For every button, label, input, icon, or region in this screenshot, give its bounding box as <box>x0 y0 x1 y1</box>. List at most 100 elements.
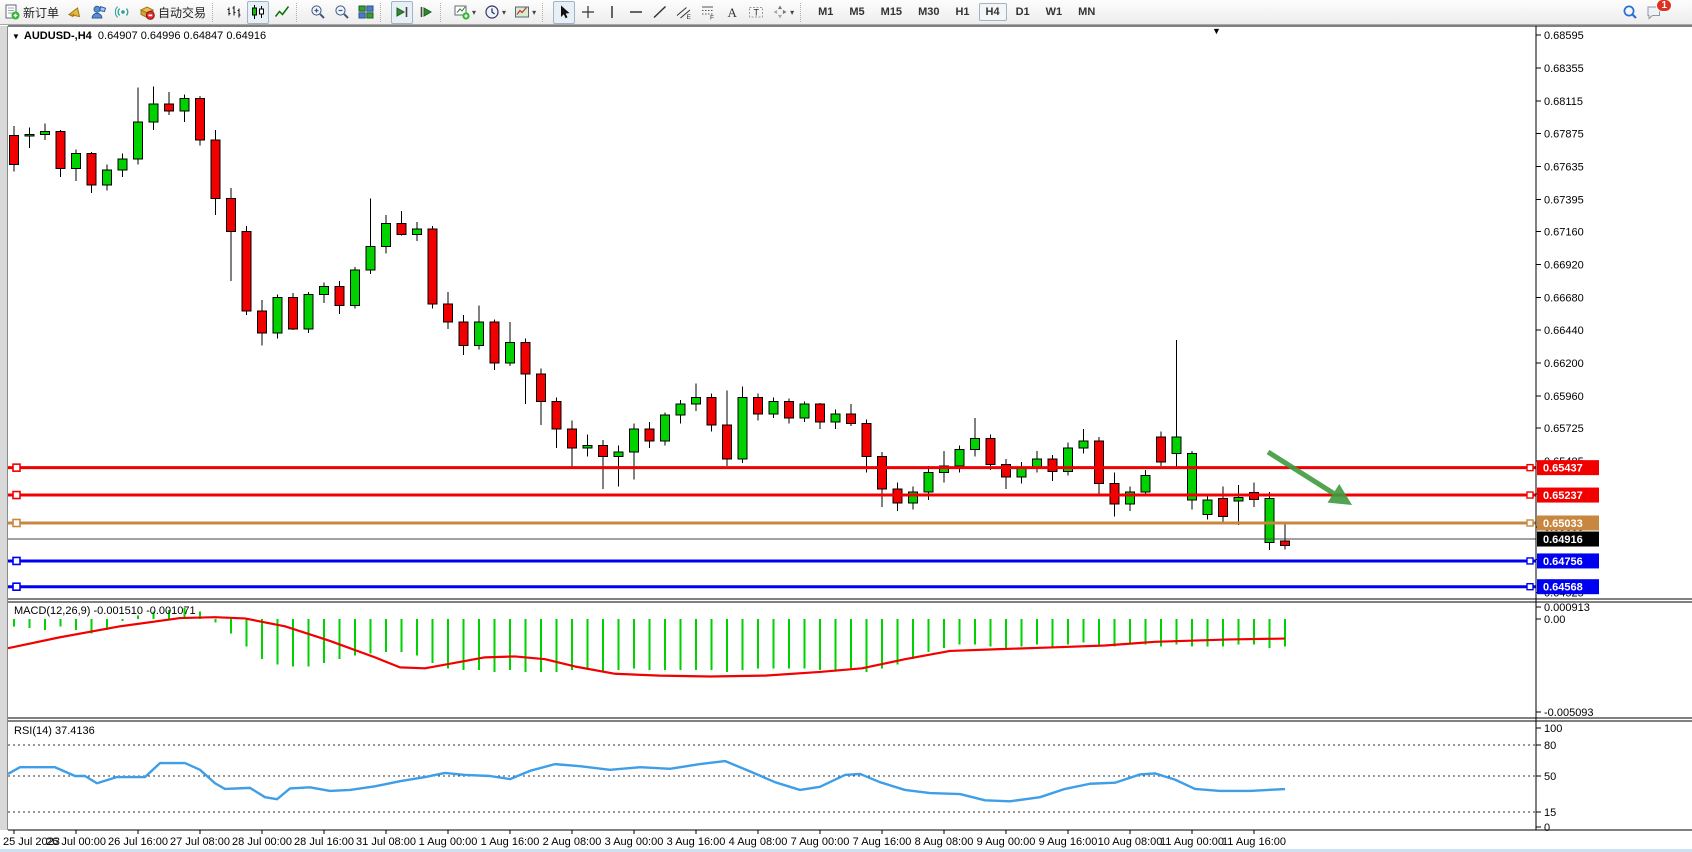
timeframe-h4-button[interactable]: H4 <box>979 3 1007 21</box>
dropdown-caret-icon[interactable]: ▾ <box>472 8 476 17</box>
fibonacci-button[interactable]: F <box>697 1 719 24</box>
candle <box>25 134 34 136</box>
trendline-icon <box>652 4 668 20</box>
line-handle[interactable] <box>13 557 20 564</box>
line-handle[interactable] <box>13 583 20 590</box>
trendline-button[interactable] <box>649 1 671 24</box>
time-tick-label: 3 Aug 16:00 <box>667 836 726 848</box>
line-handle[interactable] <box>13 464 20 471</box>
candle <box>568 429 577 448</box>
candle <box>351 270 360 306</box>
time-tick-label: 1 Aug 16:00 <box>481 836 540 848</box>
dropdown-caret-icon[interactable]: ▾ <box>502 8 506 17</box>
time-tick-label: 26 Jul 00:00 <box>46 836 106 848</box>
equidistant-channel-button[interactable]: E <box>673 1 695 24</box>
text-icon: A <box>724 4 740 20</box>
candlestick-chart-button[interactable] <box>247 1 269 24</box>
text-button[interactable]: A <box>721 1 743 24</box>
toolbar-group-drawing: EFAT ▾ <box>552 0 798 25</box>
shapes-icon <box>772 4 788 20</box>
crosshair-button[interactable] <box>577 1 599 24</box>
tile-windows-button[interactable] <box>355 1 377 24</box>
timeframe-d1-button[interactable]: D1 <box>1009 3 1037 21</box>
svg-text:0.65033: 0.65033 <box>1543 518 1583 530</box>
dropdown-caret-icon[interactable]: ▾ <box>532 8 536 17</box>
svg-text:50: 50 <box>1544 771 1556 783</box>
auto-scroll-button[interactable] <box>391 1 413 24</box>
timeframe-w1-button[interactable]: W1 <box>1039 3 1070 21</box>
time-tick-label: 4 Aug 08:00 <box>729 836 788 848</box>
line-handle[interactable] <box>13 492 20 499</box>
macd-indicator-label: MACD(12,26,9) -0.001510 -0.001071 <box>14 605 196 617</box>
candle <box>614 452 623 456</box>
templates-button[interactable]: ▾ <box>511 1 539 24</box>
zoom-in-icon <box>310 4 326 20</box>
candle <box>754 397 763 413</box>
zoom-in-button[interactable] <box>307 1 329 24</box>
price-tick-label: 0.67635 <box>1544 162 1584 174</box>
candles-chart-icon <box>250 4 266 20</box>
profiles-button[interactable] <box>88 1 110 24</box>
toolbar-group-trade: 新订单 自动交易 <box>0 0 210 25</box>
toolbar-separator <box>542 3 550 22</box>
candle <box>428 229 437 304</box>
candle <box>723 425 732 459</box>
svg-text:0.64568: 0.64568 <box>1543 582 1583 594</box>
candle <box>242 232 251 311</box>
new-chart-button[interactable]: ▾ <box>451 1 479 24</box>
candle <box>273 297 282 333</box>
chart-shift-button[interactable] <box>415 1 437 24</box>
periods-button[interactable]: ▾ <box>481 1 509 24</box>
candle <box>1048 459 1057 471</box>
svg-text:-0.005093: -0.005093 <box>1544 707 1594 719</box>
dropdown-caret-icon[interactable]: ▾ <box>790 8 794 17</box>
cursor-button[interactable] <box>553 1 575 24</box>
tile-windows-icon <box>358 4 374 20</box>
time-tick-label: 7 Aug 16:00 <box>853 836 912 848</box>
search-icon-button[interactable] <box>1619 1 1641 24</box>
price-tick-label: 0.68115 <box>1544 96 1583 108</box>
notifications-button[interactable]: 1 <box>1643 1 1681 24</box>
candle <box>1265 499 1274 543</box>
text-label-button[interactable]: T <box>745 1 767 24</box>
new-order-button[interactable]: 新订单 <box>1 1 62 24</box>
svg-text:0.64756: 0.64756 <box>1543 556 1583 568</box>
signals-button[interactable] <box>112 1 134 24</box>
chart-marker-icon[interactable]: ▼ <box>1212 26 1221 36</box>
toolbar-separator <box>212 3 220 22</box>
candle <box>444 304 453 322</box>
arrows-button[interactable]: ▾ <box>769 1 797 24</box>
vertical-line-button[interactable] <box>601 1 623 24</box>
profile-icon <box>91 4 107 20</box>
timeframe-m15-button[interactable]: M15 <box>874 3 909 21</box>
chart-canvas[interactable]: 0.685950.683550.681150.678750.676350.673… <box>0 25 1692 852</box>
candle <box>41 132 50 135</box>
line-handle[interactable] <box>13 519 20 526</box>
toolbar-group-zoom <box>306 0 378 25</box>
timeframe-m1-button[interactable]: M1 <box>811 3 840 21</box>
auto-trading-button[interactable]: 自动交易 <box>136 1 209 24</box>
chart-window[interactable]: 0.685950.683550.681150.678750.676350.673… <box>0 25 1692 852</box>
candle <box>971 438 980 449</box>
candle <box>924 473 933 492</box>
new-order-icon <box>4 4 20 20</box>
price-tick-label: 0.68355 <box>1544 63 1584 75</box>
sounds-button[interactable] <box>64 1 86 24</box>
timeframe-mn-button[interactable]: MN <box>1071 3 1102 21</box>
line-chart-button[interactable] <box>271 1 293 24</box>
candle <box>769 401 778 413</box>
timeframe-m30-button[interactable]: M30 <box>911 3 946 21</box>
ohlc-values: 0.64907 0.64996 0.64847 0.64916 <box>98 30 266 42</box>
candle <box>180 99 189 111</box>
zoom-out-button[interactable] <box>331 1 353 24</box>
timeframe-h1-button[interactable]: H1 <box>948 3 976 21</box>
megaphone-icon <box>67 4 83 20</box>
chevron-down-icon[interactable]: ▼ <box>12 32 20 41</box>
timeframe-m5-button[interactable]: M5 <box>842 3 871 21</box>
candle <box>1203 500 1212 514</box>
bar-chart-button[interactable] <box>223 1 245 24</box>
price-tick-label: 0.68595 <box>1544 30 1584 42</box>
cursor-icon <box>556 4 572 20</box>
time-tick-label: 28 Jul 16:00 <box>294 836 354 848</box>
horizontal-line-button[interactable] <box>625 1 647 24</box>
